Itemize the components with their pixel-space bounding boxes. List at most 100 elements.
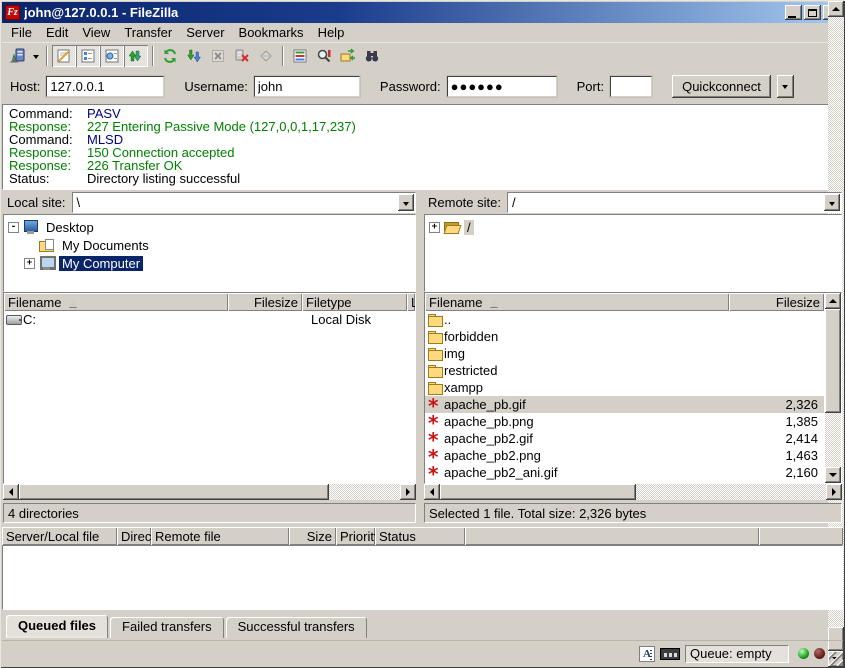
scroll-right-button[interactable] xyxy=(400,484,416,500)
file-row[interactable]: img xyxy=(425,345,824,362)
tree-expander[interactable]: - xyxy=(8,222,19,233)
queue-tab[interactable]: Failed transfers xyxy=(110,617,224,638)
scroll-up-button[interactable] xyxy=(825,293,841,309)
site-manager-dropdown[interactable] xyxy=(29,45,42,67)
file-row[interactable]: apache_pb.gif 2,326 xyxy=(425,396,824,413)
remote-horizontal-scrollbar[interactable] xyxy=(424,484,842,500)
host-input[interactable] xyxy=(46,76,164,97)
tree-expander[interactable]: + xyxy=(24,258,35,269)
column-header-size[interactable]: Size xyxy=(289,527,336,545)
directory-listing-filters-button[interactable] xyxy=(312,45,336,67)
local-site-dropdown-button[interactable] xyxy=(398,194,414,211)
dropdown-arrow-icon xyxy=(829,202,835,209)
quickconnect-dropdown[interactable] xyxy=(777,75,794,98)
tree-item[interactable]: + / xyxy=(425,218,841,236)
queue-tab[interactable]: Queued files xyxy=(6,615,108,638)
maximize-button[interactable] xyxy=(804,5,821,20)
menu-item[interactable]: File xyxy=(4,23,39,42)
file-row[interactable]: xampp xyxy=(425,379,824,396)
tree-item-label[interactable]: My Computer xyxy=(59,256,143,271)
menu-item[interactable]: Help xyxy=(311,23,352,42)
refresh-button[interactable] xyxy=(158,45,182,67)
file-row[interactable]: forbidden xyxy=(425,328,824,345)
disconnect-button[interactable] xyxy=(230,45,254,67)
local-status-bar: 4 directories xyxy=(3,503,416,523)
file-row[interactable]: apache_pb2_ani.gif 2,160 xyxy=(425,464,824,481)
menu-item[interactable]: Edit xyxy=(39,23,75,42)
toggle-local-tree-button[interactable] xyxy=(76,45,100,67)
scroll-left-button[interactable] xyxy=(424,484,440,500)
quickconnect-button[interactable]: Quickconnect xyxy=(672,75,771,98)
scroll-left-button[interactable] xyxy=(3,484,19,500)
tree-item-label[interactable]: My Documents xyxy=(59,238,152,253)
column-header-filename[interactable]: Filename xyxy=(425,293,729,311)
menu-item[interactable]: View xyxy=(75,23,117,42)
scrollbar-thumb[interactable] xyxy=(825,309,841,413)
password-input[interactable] xyxy=(447,76,557,97)
tree-expander[interactable]: + xyxy=(429,222,440,233)
toggle-transfer-queue-button[interactable] xyxy=(124,45,148,67)
column-header-server-local-file[interactable]: Server/Local file xyxy=(2,527,117,545)
column-header-last-modified[interactable]: L xyxy=(407,293,415,311)
process-queue-button[interactable] xyxy=(182,45,206,67)
column-header-filetype[interactable]: Filetype xyxy=(302,293,407,311)
scroll-right-button[interactable] xyxy=(826,484,842,500)
file-size: 2,326 xyxy=(729,397,824,412)
file-row[interactable]: restricted xyxy=(425,362,824,379)
directory-comparison-button[interactable] xyxy=(288,45,312,67)
resize-grip[interactable] xyxy=(829,652,843,666)
reconnect-button[interactable] xyxy=(254,45,278,67)
column-header-filesize[interactable]: Filesize xyxy=(228,293,302,311)
binoculars-icon xyxy=(364,48,380,64)
menu-item[interactable]: Bookmarks xyxy=(232,23,311,42)
find-files-button[interactable] xyxy=(360,45,384,67)
column-header-filesize[interactable]: Filesize xyxy=(729,293,824,311)
column-header-priority[interactable]: Priority xyxy=(336,527,375,545)
local-site-label: Local site: xyxy=(3,195,72,210)
tree-item[interactable]: My Documents xyxy=(4,236,415,254)
column-header-filename[interactable]: Filename xyxy=(4,293,228,311)
queue-list-body[interactable] xyxy=(2,545,843,610)
minimize-button[interactable] xyxy=(785,5,802,20)
column-header-status[interactable]: Status xyxy=(375,527,465,545)
scroll-up-button[interactable] xyxy=(828,1,844,17)
remote-site-value[interactable]: / xyxy=(508,195,823,210)
file-row[interactable]: C: Local Disk xyxy=(4,311,415,328)
column-header-remote-file[interactable]: Remote file xyxy=(151,527,289,545)
scrollbar-thumb[interactable] xyxy=(19,484,329,500)
queue-tab[interactable]: Successful transfers xyxy=(226,617,367,638)
remote-vertical-scrollbar[interactable] xyxy=(825,293,841,483)
username-input[interactable] xyxy=(254,76,360,97)
remote-site-dropdown-button[interactable] xyxy=(824,194,840,211)
toggle-remote-tree-button[interactable] xyxy=(100,45,124,67)
synchronized-browsing-button[interactable] xyxy=(336,45,360,67)
tree-item-label[interactable]: Desktop xyxy=(43,220,97,235)
tree-expander[interactable] xyxy=(24,240,35,251)
local-site-combo[interactable]: \ xyxy=(72,192,416,213)
cancel-operation-button[interactable] xyxy=(206,45,230,67)
arrow-right-icon xyxy=(832,488,840,496)
scroll-down-button[interactable] xyxy=(825,467,841,483)
scrollbar-thumb[interactable] xyxy=(440,484,636,500)
tree-item-label[interactable]: / xyxy=(464,220,474,235)
menu-item[interactable]: Transfer xyxy=(117,23,179,42)
site-manager-button[interactable] xyxy=(5,45,29,67)
file-row[interactable]: .. xyxy=(425,311,824,328)
file-row[interactable]: apache_pb2.png 1,463 xyxy=(425,447,824,464)
sort-ascending-icon xyxy=(490,297,498,307)
local-site-value[interactable]: \ xyxy=(73,195,397,210)
synchronized-browsing-icon xyxy=(340,48,356,64)
remote-tree-icon xyxy=(104,48,120,64)
column-header-direction[interactable]: Directi... xyxy=(117,527,151,545)
queue-tab-label: Queued files xyxy=(18,618,96,633)
file-row[interactable]: apache_pb2.gif 2,414 xyxy=(425,430,824,447)
local-horizontal-scrollbar[interactable] xyxy=(3,484,416,500)
menu-item[interactable]: Server xyxy=(179,23,231,42)
tree-item[interactable]: + My Computer xyxy=(4,254,415,272)
port-input[interactable] xyxy=(610,76,652,97)
remote-site-combo[interactable]: / xyxy=(507,192,842,213)
toggle-message-log-button[interactable] xyxy=(52,45,76,67)
tree-item[interactable]: - Desktop xyxy=(4,218,415,236)
file-row[interactable]: apache_pb.png 1,385 xyxy=(425,413,824,430)
column-header-spacer xyxy=(759,527,843,545)
